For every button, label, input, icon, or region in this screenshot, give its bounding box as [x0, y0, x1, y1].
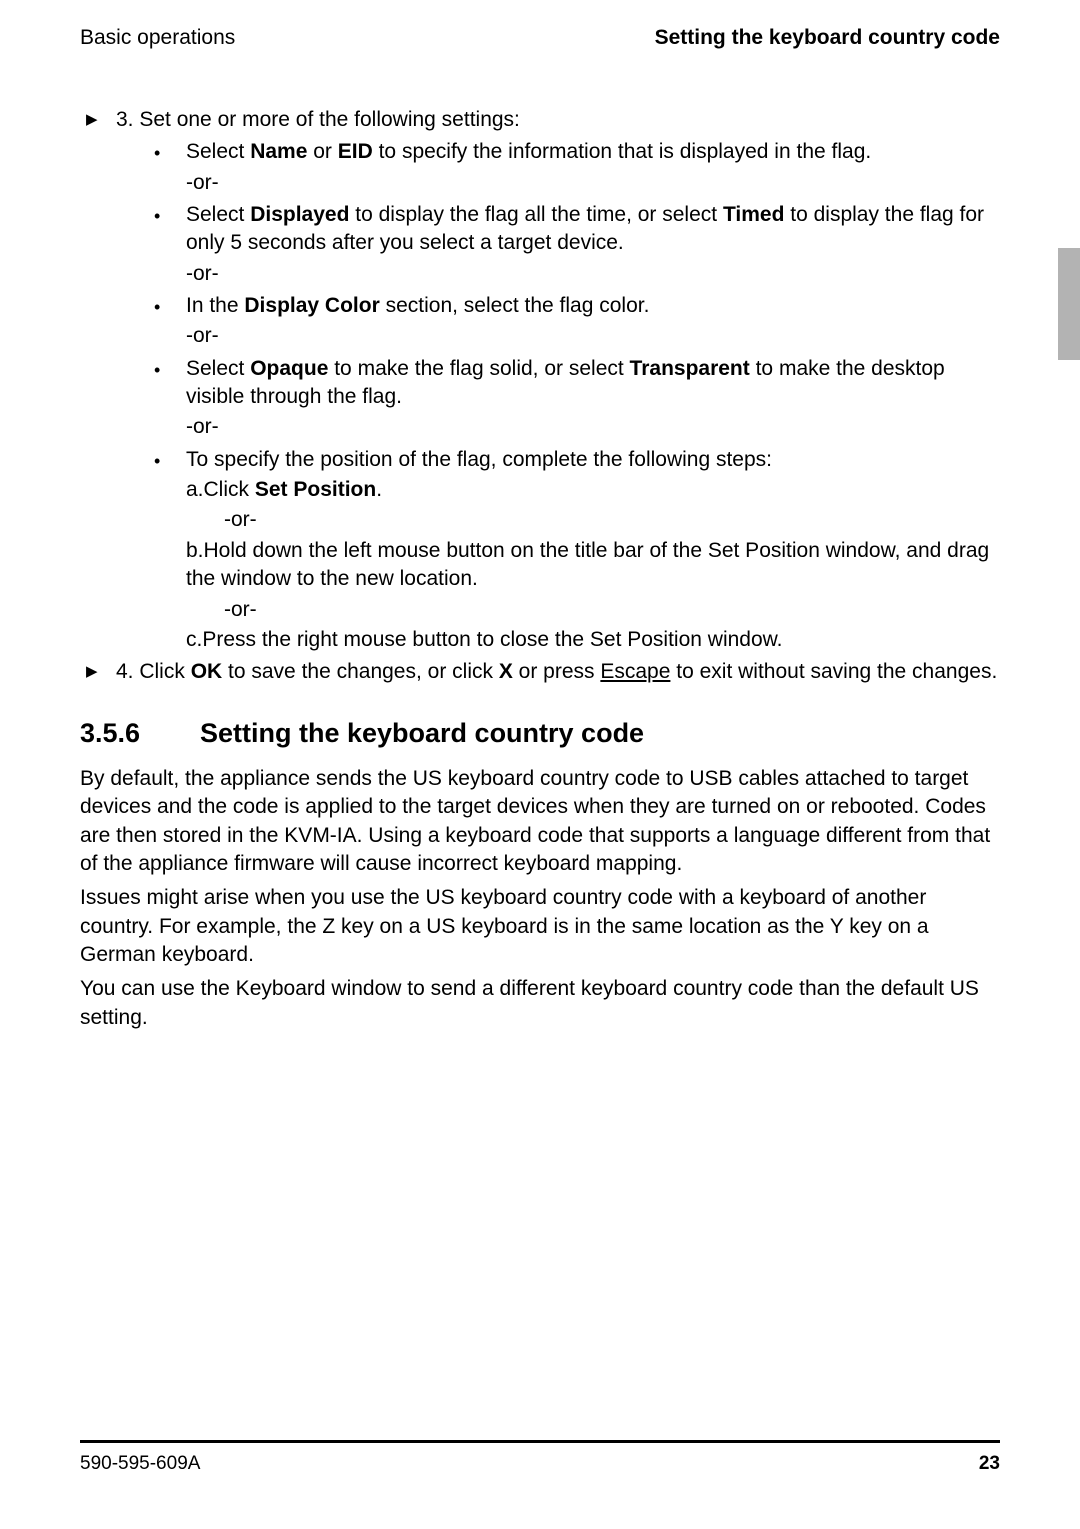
- page-number: 23: [979, 1453, 1000, 1475]
- step-arrow-icon: ▶: [80, 106, 116, 130]
- doc-number: 590-595-609A: [80, 1453, 200, 1475]
- sub-list: a.Click Set Position. -or- b.Hold down t…: [186, 476, 1000, 654]
- step-4: ▶ 4. Click OK to save the changes, or cl…: [80, 658, 1000, 686]
- sub-c: c.Press the right mouse button to close …: [186, 626, 1000, 654]
- paragraph-3: You can use the Keyboard window to send …: [80, 975, 1000, 1032]
- paragraph-2: Issues might arise when you use the US k…: [80, 884, 1000, 969]
- bullet-5-intro: To specify the position of the flag, com…: [186, 448, 772, 471]
- step-3-text: 3. Set one or more of the following sett…: [116, 106, 1000, 134]
- bullet-1: • Select Name or EID to specify the info…: [154, 138, 1000, 197]
- header-right: Setting the keyboard country code: [655, 26, 1000, 50]
- or-text: -or-: [186, 322, 1000, 350]
- step-3: ▶ 3. Set one or more of the following se…: [80, 106, 1000, 134]
- thumb-tab: [1058, 248, 1080, 360]
- step-arrow-icon: ▶: [80, 658, 116, 682]
- bullet-icon: •: [154, 201, 186, 288]
- bullet-5-text: To specify the position of the flag, com…: [186, 446, 1000, 654]
- bullet-3-text: In the Display Color section, select the…: [186, 292, 1000, 351]
- step-4-text: 4. Click OK to save the changes, or clic…: [116, 658, 1000, 686]
- section-number: 3.5.6: [80, 715, 200, 751]
- page-footer: 590-595-609A 23: [80, 1440, 1000, 1475]
- or-text: -or-: [186, 260, 1000, 288]
- bullet-icon: •: [154, 138, 186, 197]
- bullet-icon: •: [154, 355, 186, 442]
- bullet-4: • Select Opaque to make the flag solid, …: [154, 355, 1000, 442]
- bullet-1-text: Select Name or EID to specify the inform…: [186, 138, 1000, 197]
- bullet-icon: •: [154, 292, 186, 351]
- or-text: -or-: [224, 506, 1000, 534]
- page: Basic operations Setting the keyboard co…: [0, 0, 1080, 1529]
- content: ▶ 3. Set one or more of the following se…: [80, 106, 1000, 1032]
- paragraph-1: By default, the appliance sends the US k…: [80, 765, 1000, 878]
- bullet-3: • In the Display Color section, select t…: [154, 292, 1000, 351]
- page-header: Basic operations Setting the keyboard co…: [80, 26, 1000, 50]
- bullet-5: • To specify the position of the flag, c…: [154, 446, 1000, 654]
- step-3-bullets: • Select Name or EID to specify the info…: [154, 138, 1000, 654]
- or-text: -or-: [224, 596, 1000, 624]
- bullet-4-text: Select Opaque to make the flag solid, or…: [186, 355, 1000, 442]
- bullet-2-text: Select Displayed to display the flag all…: [186, 201, 1000, 288]
- sub-a: a.Click Set Position.: [186, 476, 1000, 504]
- section-title: Setting the keyboard country code: [200, 718, 644, 748]
- section-heading: 3.5.6Setting the keyboard country code: [80, 715, 1000, 751]
- or-text: -or-: [186, 169, 1000, 197]
- header-left: Basic operations: [80, 26, 235, 50]
- sub-b: b.Hold down the left mouse button on the…: [186, 537, 1000, 594]
- or-text: -or-: [186, 413, 1000, 441]
- bullet-icon: •: [154, 446, 186, 654]
- bullet-2: • Select Displayed to display the flag a…: [154, 201, 1000, 288]
